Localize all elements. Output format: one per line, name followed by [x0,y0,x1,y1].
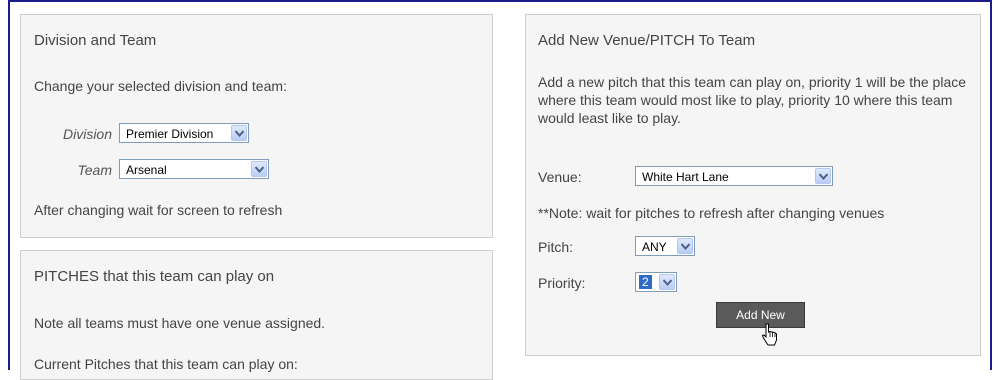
chevron-down-icon[interactable] [251,161,267,177]
mouse-cursor-icon [761,323,777,346]
team-select[interactable]: Arsenal [119,159,269,179]
division-select[interactable]: Premier Division [119,123,249,143]
venue-label: Venue: [538,169,582,185]
pitch-select[interactable]: ANY [635,236,695,256]
pitch-label: Pitch: [538,239,574,255]
venue-select[interactable]: White Hart Lane [635,166,833,186]
team-label: Team [77,162,112,178]
panel-title: Division and Team [34,32,157,49]
venue-select-value: White Hart Lane [642,170,729,184]
panel-subtitle: Change your selected division and team: [34,78,287,94]
division-label: Division [62,126,112,142]
priority-label: Priority: [538,275,586,291]
priority-select[interactable]: 2 [635,272,677,292]
pitches-panel: PITCHES that this team can play on Note … [20,250,493,380]
team-select-value: Arsenal [126,163,167,177]
panel-title: Add New Venue/PITCH To Team [538,32,756,49]
division-select-value: Premier Division [126,127,214,141]
chevron-down-icon[interactable] [659,274,675,290]
chevron-down-icon[interactable] [677,238,693,254]
panel-title: PITCHES that this team can play on [34,268,275,285]
priority-select-value: 2 [639,275,652,289]
add-venue-panel: Add New Venue/PITCH To Team Add a new pi… [525,14,981,356]
refresh-note: After changing wait for screen to refres… [34,202,283,218]
venue-required-note: Note all teams must have one venue assig… [34,315,326,331]
division-team-panel: Division and Team Change your selected d… [20,14,493,238]
chevron-down-icon[interactable] [815,168,831,184]
pitch-select-value: ANY [642,240,667,254]
chevron-down-icon[interactable] [231,125,247,141]
venue-refresh-note: **Note: wait for pitches to refresh afte… [538,205,885,221]
priority-description: Add a new pitch that this team can play … [538,74,967,126]
